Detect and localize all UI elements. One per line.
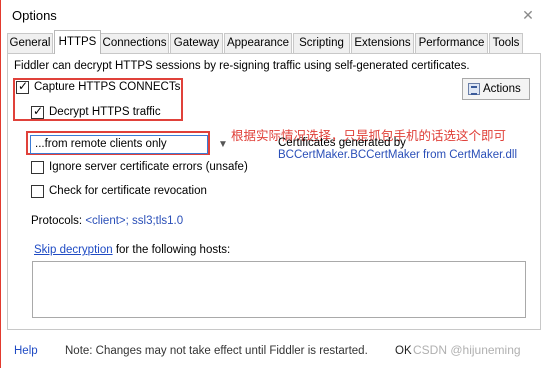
checkmark-icon: ✓ bbox=[33, 104, 44, 118]
watermark-text: CSDN @hijuneming bbox=[413, 343, 521, 357]
chevron-down-icon[interactable]: ▼ bbox=[215, 137, 231, 152]
restart-note: Note: Changes may not take effect until … bbox=[65, 345, 368, 357]
tab-strip: General HTTPS Connections Gateway Appear… bbox=[7, 30, 523, 54]
actions-label: Actions bbox=[483, 83, 521, 95]
tab-appearance[interactable]: Appearance bbox=[224, 33, 292, 53]
help-link[interactable]: Help bbox=[14, 345, 38, 357]
skip-hosts-textarea[interactable] bbox=[32, 261, 526, 318]
decrypt-traffic-label: Decrypt HTTPS traffic bbox=[49, 106, 161, 118]
tab-scripting[interactable]: Scripting bbox=[293, 33, 350, 53]
decrypt-traffic-checkbox[interactable]: ✓ bbox=[31, 104, 44, 119]
tab-connections[interactable]: Connections bbox=[100, 33, 169, 53]
skip-decryption-suffix: for the following hosts: bbox=[112, 244, 231, 256]
tab-performance[interactable]: Performance bbox=[415, 33, 488, 53]
skip-decryption-link[interactable]: Skip decryption bbox=[34, 244, 113, 256]
actions-icon bbox=[468, 83, 480, 95]
cert-generator-link[interactable]: BCCertMaker.BCCertMaker from CertMaker.d… bbox=[278, 149, 517, 161]
tab-gateway[interactable]: Gateway bbox=[170, 33, 223, 53]
options-window: Options ✕ General HTTPS Connections Gate… bbox=[0, 0, 542, 368]
protocols-value-link[interactable]: <client>; ssl3;tls1.0 bbox=[85, 215, 183, 227]
capture-connects-label: Capture HTTPS CONNECTs bbox=[34, 81, 181, 93]
tab-extensions[interactable]: Extensions bbox=[351, 33, 414, 53]
tab-general[interactable]: General bbox=[7, 33, 53, 53]
protocols-row: Protocols: <client>; ssl3;tls1.0 bbox=[31, 215, 183, 227]
window-title: Options bbox=[12, 8, 57, 23]
capture-connects-checkbox[interactable]: ✓ bbox=[16, 79, 29, 94]
skip-decryption-row: Skip decryption for the following hosts: bbox=[34, 244, 230, 256]
cert-generated-label: Certificates generated by bbox=[278, 137, 406, 149]
check-revocation-checkbox[interactable] bbox=[31, 185, 44, 198]
actions-button[interactable]: Actions bbox=[462, 78, 530, 100]
protocols-label: Protocols: bbox=[31, 215, 83, 227]
intro-text: Fiddler can decrypt HTTPS sessions by re… bbox=[14, 60, 470, 72]
tab-https[interactable]: HTTPS bbox=[54, 30, 101, 54]
ignore-errors-label: Ignore server certificate errors (unsafe… bbox=[49, 161, 248, 173]
close-icon[interactable]: ✕ bbox=[521, 8, 535, 22]
ignore-errors-checkbox[interactable] bbox=[31, 161, 44, 174]
tab-tools[interactable]: Tools bbox=[489, 33, 523, 53]
title-bar: Options ✕ bbox=[1, 0, 542, 32]
check-revocation-label: Check for certificate revocation bbox=[49, 185, 207, 197]
checkmark-icon: ✓ bbox=[18, 79, 29, 93]
decrypt-source-dropdown[interactable]: ...from remote clients only ▼ bbox=[30, 135, 228, 154]
dropdown-selected-value: ...from remote clients only bbox=[35, 138, 167, 150]
